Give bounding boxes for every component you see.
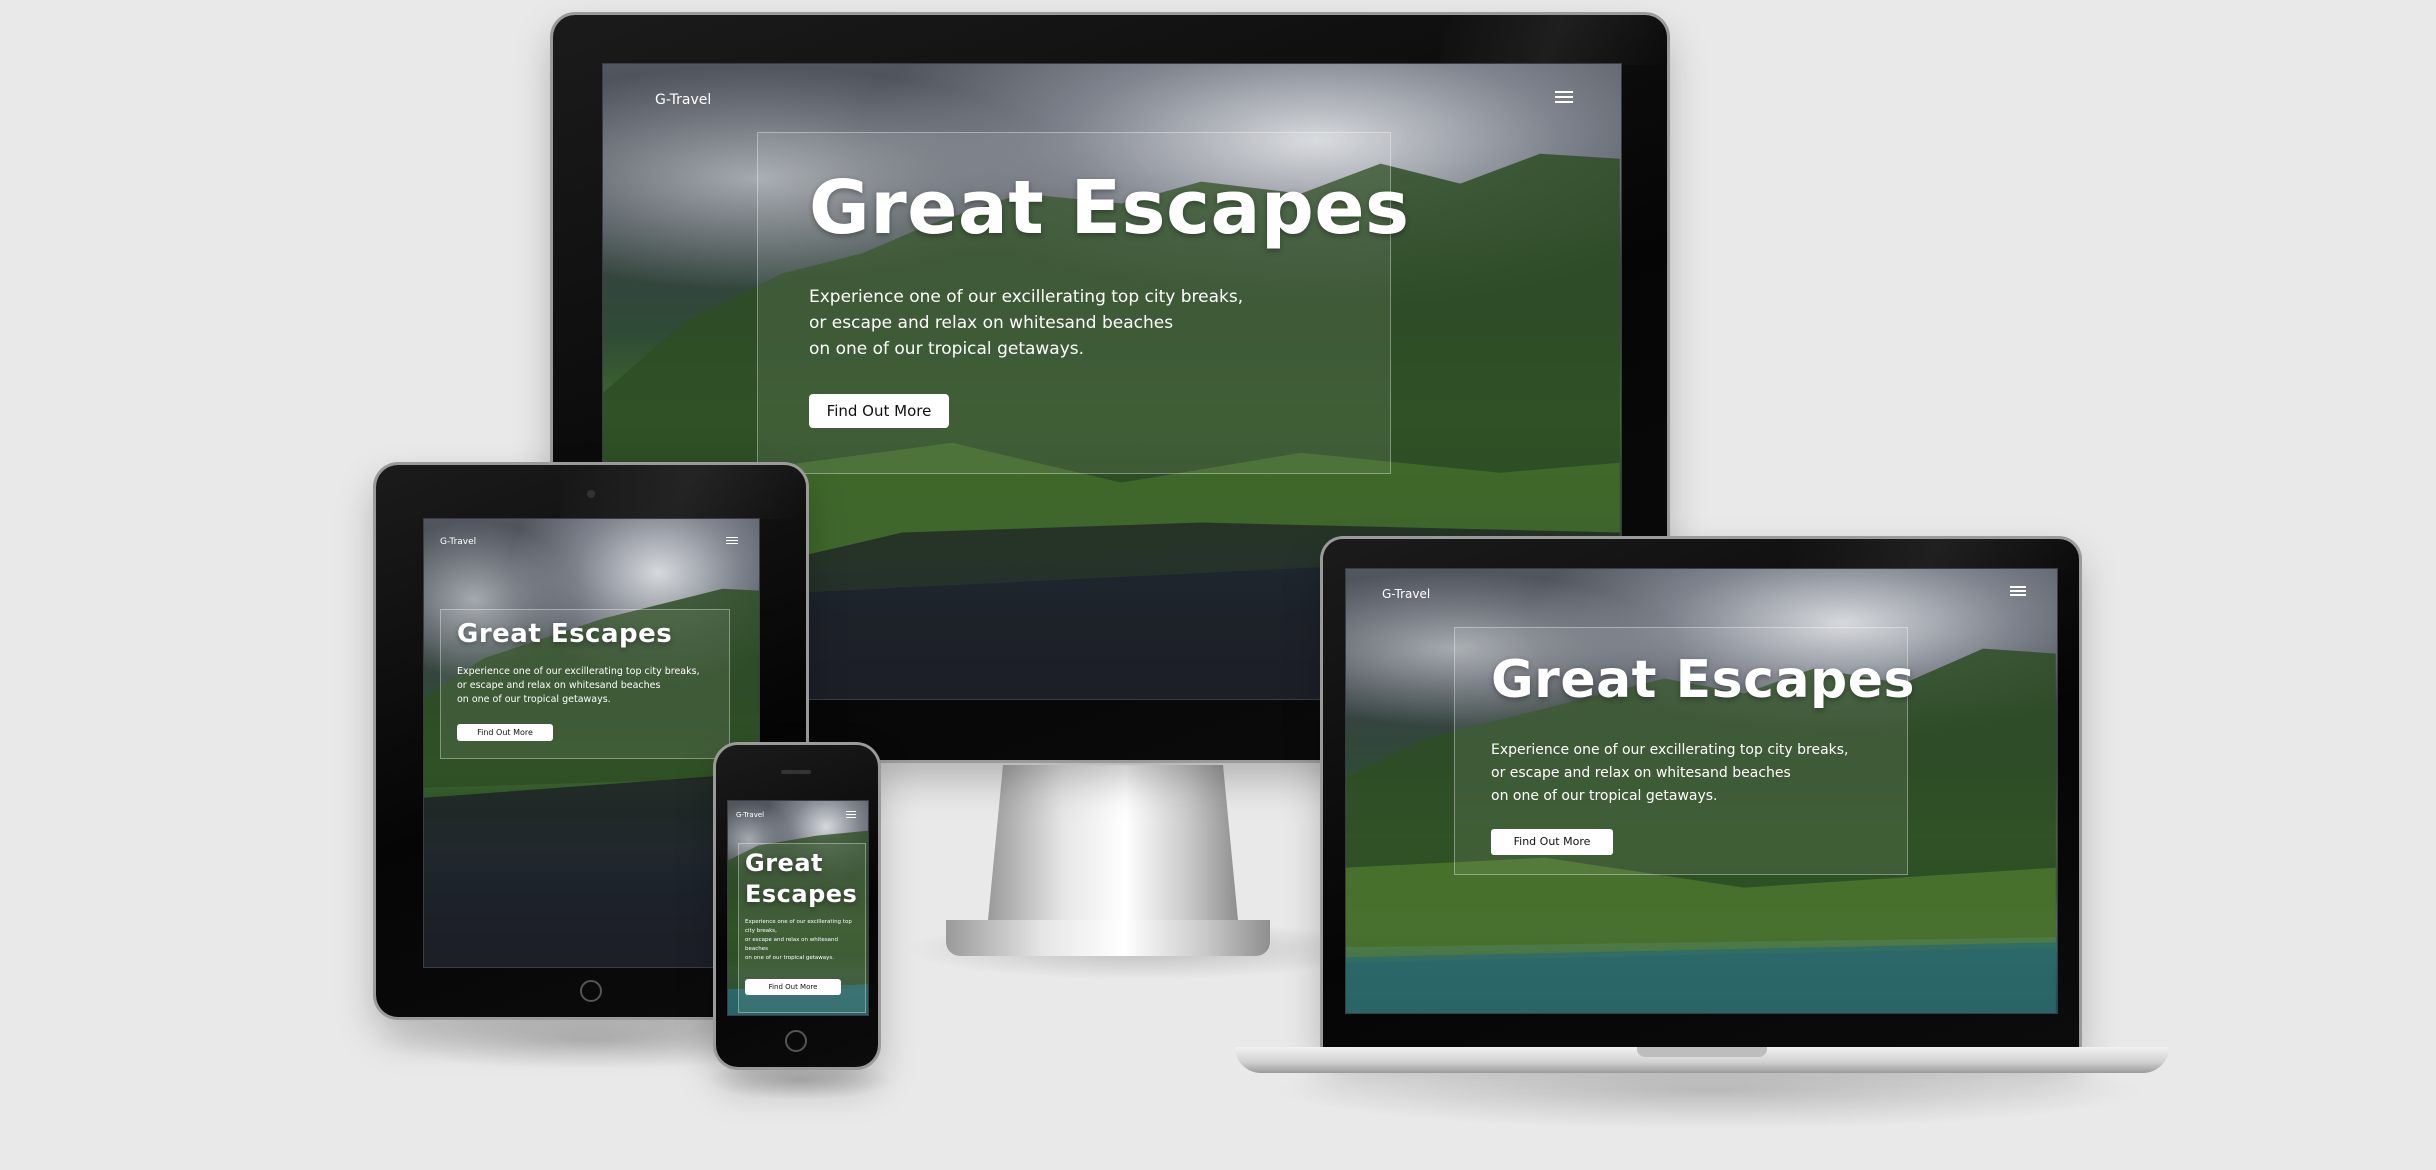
hero-blurb: Experience one of our excillerating top … (745, 919, 852, 961)
find-out-more-button[interactable]: Find Out More (745, 979, 841, 995)
find-out-more-button[interactable]: Find Out More (809, 394, 949, 428)
laptop-screen: G-Travel Great Escapes Experience one of… (1345, 568, 2058, 1014)
hamburger-menu-icon[interactable] (1555, 91, 1573, 106)
site-logo[interactable]: G-Travel (736, 811, 764, 819)
hamburger-menu-icon[interactable] (726, 537, 738, 546)
phone-screen: G-Travel Great Escapes Experience one of… (727, 800, 869, 1016)
site-logo[interactable]: G-Travel (440, 537, 476, 547)
hero-blurb: Experience one of our excillerating top … (809, 287, 1244, 359)
hamburger-menu-icon[interactable] (846, 811, 856, 820)
laptop-notch (1637, 1047, 1767, 1057)
hero-title: Great Escapes (745, 849, 858, 908)
tablet-camera (587, 490, 595, 498)
phone-speaker (781, 770, 811, 774)
hamburger-menu-icon[interactable] (2010, 586, 2026, 598)
monitor-base (946, 920, 1270, 956)
site-logo[interactable]: G-Travel (1382, 587, 1430, 601)
phone-home-button (785, 1030, 807, 1052)
find-out-more-button[interactable]: Find Out More (1491, 829, 1613, 855)
tablet-screen: G-Travel Great Escapes Experience one of… (423, 518, 760, 968)
monitor-stand (988, 765, 1238, 920)
hero-title: Great Escapes (1491, 650, 1915, 710)
find-out-more-button[interactable]: Find Out More (457, 724, 553, 741)
tablet-home-button (580, 980, 602, 1002)
hero-title: Great Escapes (457, 619, 673, 649)
hero-title: Great Escapes (809, 165, 1410, 251)
hero-blurb: Experience one of our excillerating top … (1491, 742, 1849, 804)
hero-blurb: Experience one of our excillerating top … (457, 666, 700, 705)
site-logo[interactable]: G-Travel (655, 92, 711, 108)
